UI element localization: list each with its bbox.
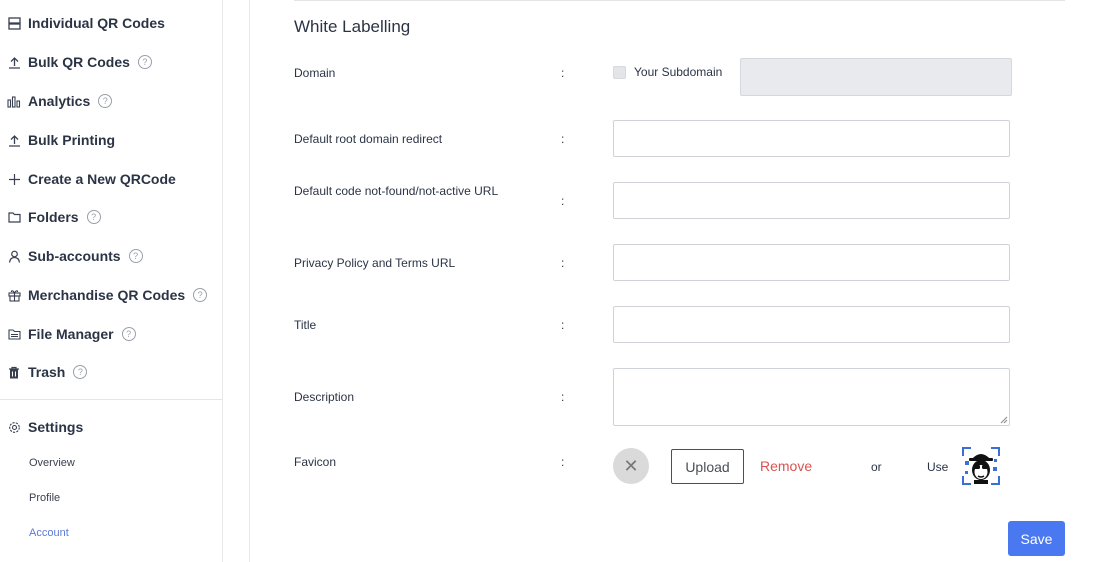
content-divider (249, 0, 250, 562)
colon: : (561, 256, 565, 270)
sidebar-item-label: File Manager (28, 326, 114, 342)
upload-icon (7, 55, 21, 69)
section-top-border (294, 0, 1065, 1)
sidebar-item-label: Sub-accounts (28, 248, 121, 264)
description-textarea[interactable] (613, 368, 1010, 426)
folder-icon (7, 210, 21, 224)
help-icon[interactable]: ? (98, 94, 113, 108)
favicon-preview: ✕ (613, 448, 649, 484)
sidebar: Individual QR Codes Bulk QR Codes ? Anal… (0, 0, 223, 562)
subdomain-checkbox-label[interactable]: Your Subdomain (634, 65, 722, 79)
privacy-url-input[interactable] (613, 244, 1010, 281)
sidebar-divider (0, 399, 222, 400)
colon: : (561, 455, 565, 469)
root-redirect-input[interactable] (613, 120, 1010, 157)
sidebar-item-trash[interactable]: Trash ? (7, 362, 88, 382)
file-manager-icon (7, 327, 21, 341)
user-icon (7, 249, 21, 263)
sidebar-item-label: Settings (28, 419, 84, 435)
section-title: White Labelling (294, 17, 411, 36)
colon: : (561, 194, 565, 208)
use-text: Use (927, 460, 949, 474)
sidebar-item-settings[interactable]: Settings (7, 417, 83, 437)
bar-chart-icon (7, 94, 21, 108)
sidebar-item-folders[interactable]: Folders ? (7, 207, 101, 227)
remove-button[interactable]: Remove (760, 458, 812, 474)
gear-icon (7, 420, 21, 434)
favicon-label: Favicon (294, 455, 337, 469)
help-icon[interactable]: ? (137, 55, 152, 69)
not-found-url-label: Default code not-found/not-active URL (294, 184, 499, 198)
or-text: or (871, 460, 882, 474)
gift-icon (7, 288, 21, 302)
sidebar-item-create-new-qrcode[interactable]: Create a New QRCode (7, 169, 176, 189)
sidebar-item-merchandise-qr-codes[interactable]: Merchandise QR Codes ? (7, 285, 208, 305)
upload-icon (7, 133, 21, 147)
sidebar-item-label: Analytics (28, 93, 91, 109)
root-redirect-label: Default root domain redirect (294, 132, 443, 146)
sidebar-item-label: Trash (28, 364, 66, 380)
settings-sub-item-overview[interactable]: Overview (29, 457, 75, 469)
server-icon (7, 16, 21, 30)
settings-sub-item-account[interactable]: Account (29, 527, 69, 539)
domain-label: Domain (294, 66, 336, 80)
sidebar-item-label: Merchandise QR Codes (28, 287, 186, 303)
sidebar-item-label: Individual QR Codes (28, 15, 165, 31)
resize-handle-icon[interactable] (1000, 416, 1008, 424)
upload-button[interactable]: Upload (671, 449, 744, 484)
description-label: Description (294, 390, 355, 404)
not-found-url-input[interactable] (613, 182, 1010, 219)
subdomain-checkbox[interactable] (613, 66, 626, 79)
title-label: Title (294, 318, 317, 332)
sidebar-item-label: Bulk QR Codes (28, 54, 130, 70)
sidebar-item-label: Folders (28, 209, 79, 225)
help-icon[interactable]: ? (193, 288, 208, 302)
sidebar-item-bulk-printing[interactable]: Bulk Printing (7, 130, 115, 150)
colon: : (561, 66, 565, 80)
privacy-url-label: Privacy Policy and Terms URL (294, 256, 456, 270)
sidebar-item-file-manager[interactable]: File Manager ? (7, 324, 136, 344)
settings-sub-item-profile[interactable]: Profile (29, 492, 60, 504)
default-favicon-qr-icon[interactable] (962, 447, 1000, 485)
colon: : (561, 390, 565, 404)
save-button[interactable]: Save (1008, 521, 1065, 556)
subdomain-input (740, 58, 1012, 96)
sidebar-item-individual-qr-codes[interactable]: Individual QR Codes (7, 13, 165, 33)
sidebar-item-sub-accounts[interactable]: Sub-accounts ? (7, 246, 143, 266)
title-input[interactable] (613, 306, 1010, 343)
sidebar-item-label: Create a New QRCode (28, 171, 176, 187)
help-icon[interactable]: ? (128, 249, 143, 263)
trash-icon (7, 365, 21, 379)
sidebar-item-label: Bulk Printing (28, 132, 116, 148)
help-icon[interactable]: ? (121, 327, 136, 341)
help-icon[interactable]: ? (73, 365, 88, 379)
help-icon[interactable]: ? (86, 210, 101, 224)
colon: : (561, 318, 565, 332)
sidebar-item-bulk-qr-codes[interactable]: Bulk QR Codes ? (7, 52, 152, 72)
close-icon[interactable]: ✕ (623, 456, 638, 477)
sidebar-item-analytics[interactable]: Analytics ? (7, 91, 113, 111)
colon: : (561, 132, 565, 146)
plus-icon (7, 172, 21, 186)
